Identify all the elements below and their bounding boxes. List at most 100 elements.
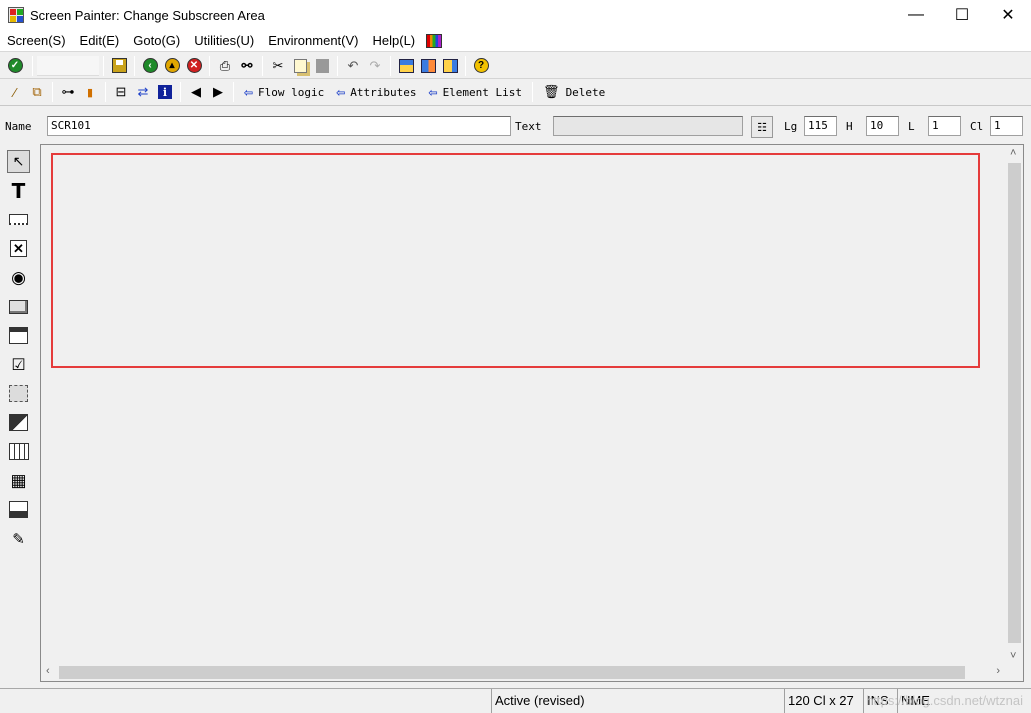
undo-button[interactable]: ↶ [342,55,364,77]
previous-button[interactable]: ◀ [185,81,207,103]
flow-logic-button[interactable]: ⇦ Flow logic [238,81,330,103]
scroll-right-icon[interactable]: › [996,665,1000,677]
tabstrip-wizard-tool-button[interactable]: ☑ [7,353,30,376]
edit-wand-button[interactable]: ⁄ [4,81,26,103]
back-icon: ‹ [142,58,158,73]
toolbar-separator [390,55,391,76]
layout-button-2[interactable] [417,55,439,77]
toolbar-separator [262,55,263,76]
cancel-icon: ✕ [186,58,202,73]
box-tool-button[interactable] [7,382,30,405]
find-button[interactable]: ⚯ [236,55,258,77]
subscreen-area[interactable] [51,153,980,368]
checkbox-icon: ✕ [10,240,27,257]
table-control-tool-button[interactable] [7,440,30,463]
status-icon-tool-icon: ✎ [12,530,25,548]
menu-edit[interactable]: Edit(E) [73,31,127,51]
redo-button[interactable]: ↷ [364,55,386,77]
menu-help[interactable]: Help(L) [366,31,423,51]
minimize-button[interactable]: — [893,0,939,30]
status-icon-tool-button[interactable]: ✎ [7,527,30,550]
length-field[interactable]: 115 [804,116,837,136]
scroll-up-icon[interactable]: ˄ [1010,147,1016,159]
vertical-scroll-thumb[interactable] [1008,163,1021,643]
scroll-left-icon[interactable]: ‹ [46,665,50,677]
flag-icon: ▮ [86,86,94,99]
help-button[interactable]: ? [470,55,492,77]
layout-button-1[interactable] [395,55,417,77]
tabstrip-tool-button[interactable] [7,324,30,347]
name-field[interactable]: SCR101 [47,116,511,136]
menu-bar: Screen(S) Edit(E) Goto(G) Utilities(U) E… [0,30,1031,52]
checkmark-icon: ✓ [7,58,23,73]
column-field[interactable]: 1 [990,116,1023,136]
paste-button[interactable] [311,55,333,77]
toolbar-separator [337,55,338,76]
input-field-tool-button[interactable] [7,208,30,231]
scroll-down-icon[interactable]: ˅ [1010,650,1016,662]
menu-utilities[interactable]: Utilities(U) [187,31,261,51]
attributes-button[interactable]: ⇦ Attributes [330,81,422,103]
attributes-label: Attributes [350,85,417,99]
tabstrip-wizard-icon: ☑ [11,356,26,374]
window-title: Screen Painter: Change Subscreen Area [30,7,265,23]
select-tool-button[interactable]: ↖ [7,150,30,173]
save-button[interactable] [108,55,130,77]
status-state: Active (revised) [491,689,783,713]
delete-button[interactable]: 🗑 Delete [537,81,611,103]
subscreen-tool-button[interactable] [7,411,30,434]
line-field[interactable]: 1 [928,116,961,136]
dictionary-button[interactable]: ☷ [751,116,773,138]
window-layout-icon [420,58,436,73]
layout-button-3[interactable] [439,55,461,77]
hierarchy-button[interactable]: ⊶ [57,81,79,103]
element-list-button[interactable]: ⇦ Element List [423,81,529,103]
enter-button[interactable]: ✓ [4,55,26,77]
toolbar-separator [134,55,135,76]
move-button[interactable]: ⧉ [26,81,48,103]
text-field[interactable] [553,116,743,136]
toolbar-separator [180,82,181,102]
layout-canvas[interactable]: ˄ ˅ ‹ › [40,144,1024,682]
cancel-button[interactable]: ✕ [183,55,205,77]
save-icon [111,58,127,73]
app-icon [8,7,24,23]
vertical-scrollbar[interactable]: ˄ ˅ [1006,145,1023,664]
checkbox-tool-button[interactable]: ✕ [7,237,30,260]
list-icon: ☷ [757,120,767,134]
screen-elements-button[interactable]: ⊟ [110,81,132,103]
exit-button[interactable]: ▴ [161,55,183,77]
info-button[interactable]: i [154,81,176,103]
toolbar-separator [209,55,210,76]
input-field-icon [9,214,28,225]
menu-environment[interactable]: Environment(V) [261,31,365,51]
horizontal-scroll-thumb[interactable] [59,666,965,679]
cut-button[interactable]: ✂ [267,55,289,77]
info-icon: i [158,85,172,99]
navigate-button[interactable]: ⇄ [132,81,154,103]
back-button[interactable]: ‹ [139,55,161,77]
table-icon [8,443,29,460]
copy-button[interactable] [289,55,311,77]
trash-icon: 🗑 [543,84,560,100]
close-button[interactable]: ✕ [985,0,1031,30]
print-button[interactable]: ⎙ [214,55,236,77]
text-field-tool-button[interactable]: T [7,179,30,203]
scissors-icon: ✂ [272,57,284,73]
menu-goto[interactable]: Goto(G) [126,31,187,51]
undo-icon: ↶ [347,57,359,73]
toolbar-separator [103,55,104,76]
maximize-button[interactable]: ☐ [939,0,985,30]
flag-button[interactable]: ▮ [79,81,101,103]
height-field[interactable]: 10 [866,116,899,136]
radio-button-tool-button[interactable]: ◉ [7,266,30,289]
custom-control-tool-button[interactable] [7,498,30,521]
toolbar-separator [532,82,534,102]
customize-layout-icon[interactable] [426,33,443,48]
pushbutton-tool-button[interactable] [7,295,30,318]
horizontal-scrollbar[interactable]: ‹ › [41,664,1006,681]
next-button[interactable]: ▶ [207,81,229,103]
table-wizard-tool-button[interactable]: ▦ [7,469,30,492]
menu-screen[interactable]: Screen(S) [0,31,73,51]
copy-icon [293,58,307,73]
